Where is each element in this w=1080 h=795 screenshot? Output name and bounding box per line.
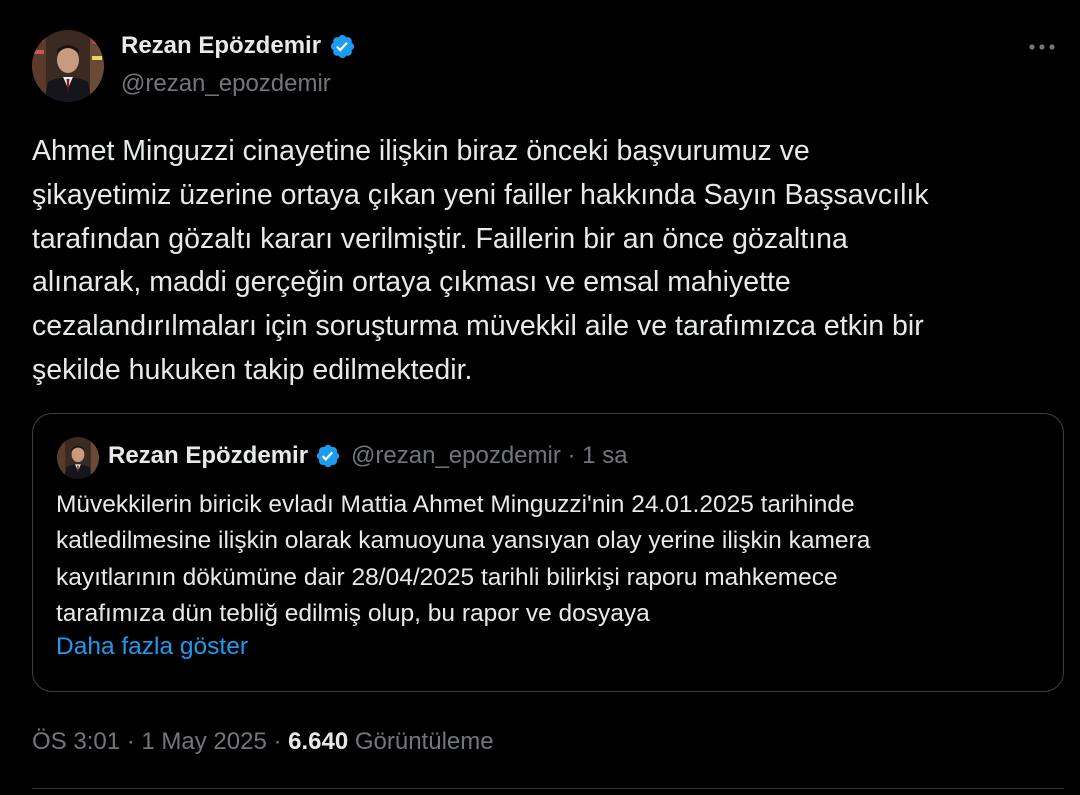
more-options-button[interactable]: [1024, 32, 1060, 62]
author-handle[interactable]: @rezan_epozdemir: [121, 70, 331, 98]
tweet-meta: ÖS 3:01 · 1 May 2025 · 6.640 Görüntüleme: [32, 728, 494, 756]
verified-badge-icon: [331, 34, 355, 58]
author-avatar[interactable]: [32, 30, 104, 102]
profile-photo: [57, 437, 99, 479]
profile-photo: [32, 30, 104, 102]
more-horizontal-icon: [1029, 44, 1055, 50]
author-name[interactable]: Rezan Epözdemir: [121, 32, 321, 60]
show-more-link[interactable]: Daha fazla göster: [56, 633, 248, 661]
verified-badge-icon: [316, 444, 340, 468]
quote-author-avatar: [57, 437, 99, 479]
tweet-timestamp[interactable]: ÖS 3:01 · 1 May 2025 ·: [32, 728, 288, 755]
divider: [32, 788, 1064, 789]
views-label: Görüntüleme: [348, 728, 494, 755]
view-count: 6.640: [288, 728, 349, 755]
quote-author-name: Rezan Epözdemir: [108, 442, 309, 469]
quote-text: Müvekkilerin biricik evladı Mattia Ahmet…: [56, 491, 871, 627]
quoted-tweet[interactable]: Rezan Epözdemir @rezan_epozdemir · 1 sa …: [32, 413, 1064, 692]
quote-handle-time: @rezan_epozdemir · 1 sa: [351, 442, 628, 469]
tweet-text: Ahmet Minguzzi cinayetine ilişkin biraz …: [32, 135, 929, 386]
